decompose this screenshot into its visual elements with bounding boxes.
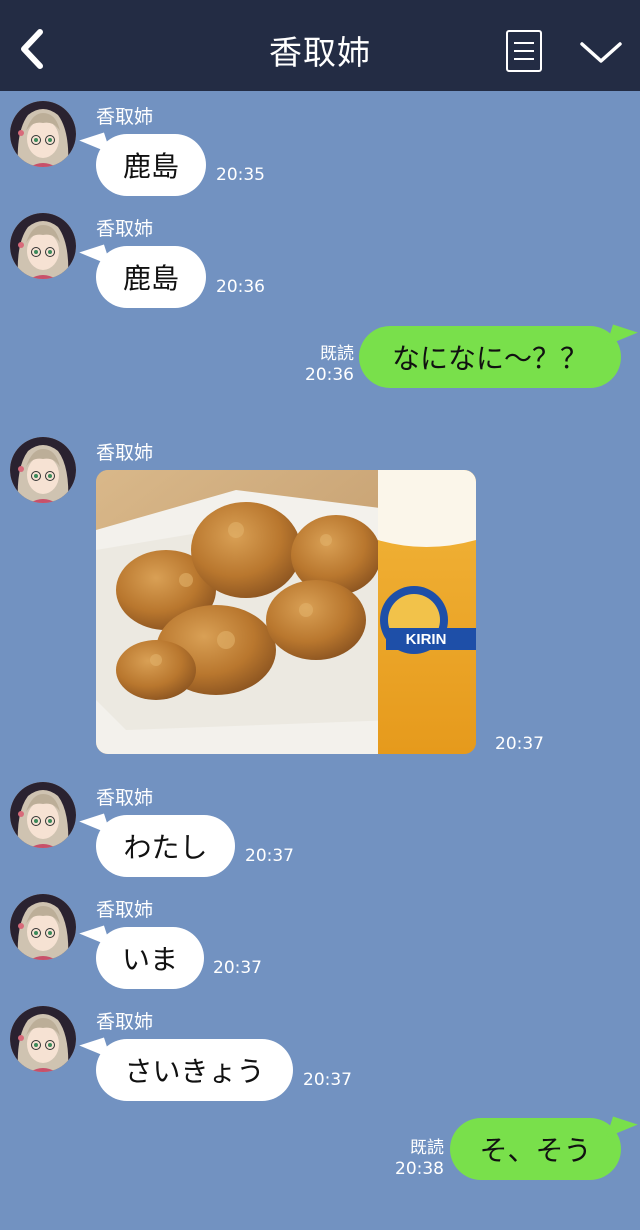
message-bubble[interactable]: いま bbox=[96, 927, 204, 989]
message-bubble[interactable]: なになに～？？ bbox=[359, 326, 621, 388]
sender-avatar[interactable] bbox=[10, 213, 76, 279]
read-receipt: 既読 20:36 bbox=[300, 344, 354, 386]
message-time: 20:37 bbox=[213, 958, 262, 978]
message-bubble[interactable]: 鹿島 bbox=[96, 246, 206, 308]
avatar-icon bbox=[10, 894, 76, 960]
sender-name: 香取姉 bbox=[96, 106, 154, 128]
list-icon-line bbox=[514, 58, 534, 60]
sender-name: 香取姉 bbox=[96, 787, 154, 809]
avatar-icon bbox=[10, 782, 76, 848]
message-time: 20:35 bbox=[216, 165, 265, 185]
chat-header: 香取姉 bbox=[0, 0, 640, 91]
message-bubble[interactable]: そ、そう bbox=[450, 1118, 621, 1180]
message-time: 20:36 bbox=[305, 365, 354, 385]
avatar-icon bbox=[10, 213, 76, 279]
avatar-icon bbox=[10, 1006, 76, 1072]
sender-name: 香取姉 bbox=[96, 218, 154, 240]
chevron-down-icon bbox=[580, 42, 622, 63]
message-time: 20:38 bbox=[395, 1159, 444, 1179]
sender-avatar[interactable] bbox=[10, 894, 76, 960]
message-image[interactable]: KIRIN bbox=[96, 470, 476, 754]
sender-name: 香取姉 bbox=[96, 899, 154, 921]
message-bubble[interactable]: さいきょう bbox=[96, 1039, 293, 1101]
karaage-and-beer-photo: KIRIN bbox=[96, 470, 476, 754]
sender-avatar[interactable] bbox=[10, 437, 76, 503]
message-bubble[interactable]: 鹿島 bbox=[96, 134, 206, 196]
message-time: 20:37 bbox=[303, 1070, 352, 1090]
message-time: 20:36 bbox=[216, 277, 265, 297]
sender-avatar[interactable] bbox=[10, 1006, 76, 1072]
beer-label: KIRIN bbox=[406, 631, 447, 648]
avatar-icon bbox=[10, 437, 76, 503]
message-time: 20:37 bbox=[245, 846, 294, 866]
message-bubble[interactable]: わたし bbox=[96, 815, 235, 877]
message-time: 20:37 bbox=[495, 734, 544, 754]
read-label: 既読 bbox=[410, 1138, 444, 1158]
list-icon-line bbox=[514, 50, 534, 52]
read-label: 既読 bbox=[320, 344, 354, 364]
sender-avatar[interactable] bbox=[10, 101, 76, 167]
menu-button[interactable] bbox=[506, 30, 542, 72]
sender-avatar[interactable] bbox=[10, 782, 76, 848]
chat-title: 香取姉 bbox=[269, 33, 371, 72]
avatar-icon bbox=[10, 101, 76, 167]
sender-name: 香取姉 bbox=[96, 442, 154, 464]
sender-name: 香取姉 bbox=[96, 1011, 154, 1033]
list-icon-line bbox=[514, 42, 534, 44]
read-receipt: 既読 20:38 bbox=[390, 1138, 444, 1180]
expand-button[interactable] bbox=[578, 36, 624, 70]
